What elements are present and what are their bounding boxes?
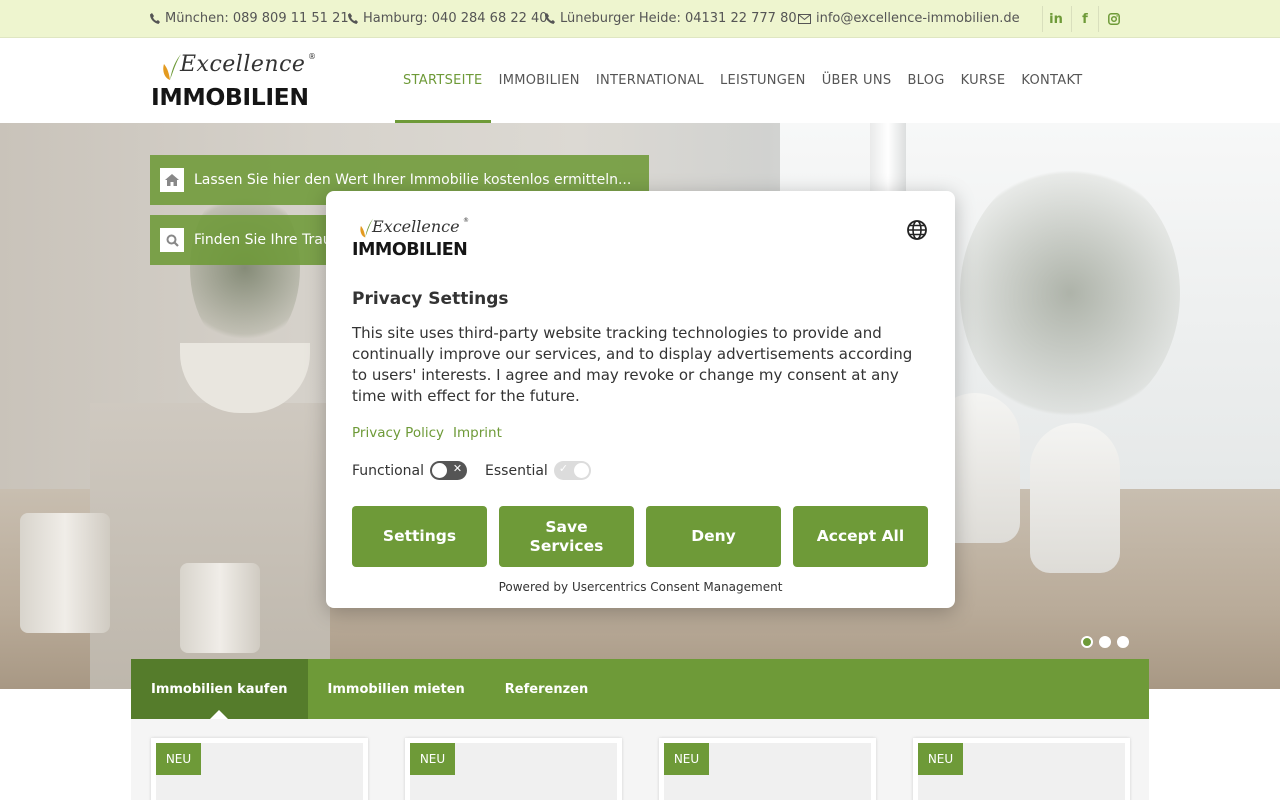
new-badge: NEU bbox=[664, 743, 709, 775]
check-icon: ✓ bbox=[558, 462, 569, 475]
functional-label: Functional bbox=[352, 462, 425, 479]
essential-label: Essential bbox=[485, 462, 548, 479]
top-contact-bar: München: 089 809 11 51 21 Hamburg: 040 2… bbox=[0, 0, 1280, 38]
main-nav: STARTSEITE IMMOBILIEN INTERNATIONAL LEIS… bbox=[395, 38, 1091, 123]
new-badge: NEU bbox=[918, 743, 963, 775]
listing-card[interactable]: NEU bbox=[405, 738, 622, 800]
privacy-policy-link[interactable]: Privacy Policy bbox=[352, 425, 444, 441]
slider-dot[interactable] bbox=[1081, 636, 1093, 648]
dialog-logo: Excellence ® IMMOBILIEN bbox=[352, 217, 472, 265]
site-logo[interactable]: Excellence ® IMMOBILIEN bbox=[150, 50, 320, 112]
social-divider bbox=[1098, 6, 1099, 32]
phone-icon bbox=[348, 13, 358, 24]
contact-munich[interactable]: München: 089 809 11 51 21 bbox=[150, 11, 349, 26]
logo-brand: IMMOBILIEN bbox=[352, 240, 468, 260]
quick-link-label: Finden Sie Ihre Traumimmobilie bbox=[194, 232, 326, 248]
listing-card[interactable]: NEU bbox=[151, 738, 368, 800]
quick-link-search[interactable]: Finden Sie Ihre Traumimmobilie bbox=[150, 215, 326, 265]
slider-dot[interactable] bbox=[1117, 636, 1129, 648]
hero-chair bbox=[1030, 423, 1120, 573]
linkedin-icon[interactable]: in bbox=[1042, 6, 1070, 32]
accept-all-button[interactable]: Accept All bbox=[793, 506, 928, 567]
site-header: Excellence ® IMMOBILIEN STARTSEITE IMMOB… bbox=[0, 38, 1280, 123]
logo-script: Excellence bbox=[180, 52, 306, 77]
contact-lueneburg[interactable]: Lüneburger Heide: 04131 22 777 80 bbox=[545, 11, 797, 26]
slider-dots bbox=[1081, 636, 1129, 648]
language-globe-icon[interactable] bbox=[906, 219, 928, 241]
contact-label: info@excellence-immobilien.de bbox=[816, 11, 1020, 26]
nav-kontakt[interactable]: KONTAKT bbox=[1013, 38, 1090, 123]
contact-label: Lüneburger Heide: 04131 22 777 80 bbox=[560, 11, 797, 26]
nav-kurse[interactable]: KURSE bbox=[953, 38, 1014, 123]
hero-tree bbox=[960, 163, 1180, 423]
settings-button[interactable]: Settings bbox=[352, 506, 487, 567]
close-icon: ✕ bbox=[452, 462, 463, 475]
essential-toggle: ✓ bbox=[553, 461, 591, 480]
listing-card[interactable]: NEU bbox=[659, 738, 876, 800]
contact-label: München: 089 809 11 51 21 bbox=[165, 11, 349, 26]
hero-decor bbox=[20, 513, 110, 633]
consent-toggles: Functional ✕ Essential ✓ bbox=[352, 461, 609, 480]
nav-immobilien[interactable]: IMMOBILIEN bbox=[491, 38, 588, 123]
new-badge: NEU bbox=[410, 743, 455, 775]
powered-by-text[interactable]: Powered by Usercentrics Consent Manageme… bbox=[326, 580, 955, 594]
dialog-description: This site uses third-party website track… bbox=[352, 324, 913, 405]
nav-leistungen[interactable]: LEISTUNGEN bbox=[712, 38, 814, 123]
listing-grid: NEU NEU NEU NEU bbox=[131, 719, 1149, 800]
tab-immobilien-kaufen[interactable]: Immobilien kaufen bbox=[131, 659, 308, 719]
home-icon bbox=[160, 168, 184, 192]
logo-registered: ® bbox=[308, 52, 316, 61]
imprint-link[interactable]: Imprint bbox=[453, 425, 502, 441]
dialog-links: Privacy Policy Imprint bbox=[352, 425, 502, 441]
phone-icon bbox=[150, 13, 160, 24]
logo-script: Excellence bbox=[372, 217, 460, 236]
save-services-button[interactable]: Save Services bbox=[499, 506, 634, 567]
listing-card[interactable]: NEU bbox=[913, 738, 1130, 800]
nav-startseite[interactable]: STARTSEITE bbox=[395, 38, 491, 123]
nav-blog[interactable]: BLOG bbox=[899, 38, 952, 123]
logo-brand: IMMOBILIEN bbox=[151, 83, 309, 111]
contact-email[interactable]: info@excellence-immobilien.de bbox=[798, 11, 1020, 26]
tab-immobilien-mieten[interactable]: Immobilien mieten bbox=[308, 659, 485, 719]
nav-ueber-uns[interactable]: ÜBER UNS bbox=[814, 38, 900, 123]
property-tabs: Immobilien kaufen Immobilien mieten Refe… bbox=[131, 659, 1149, 719]
functional-toggle[interactable]: ✕ bbox=[430, 461, 468, 480]
privacy-settings-dialog: Excellence ® IMMOBILIEN Privacy Settings… bbox=[326, 191, 955, 608]
dialog-title: Privacy Settings bbox=[352, 289, 509, 309]
phone-icon bbox=[545, 13, 555, 24]
instagram-icon[interactable] bbox=[1100, 6, 1128, 32]
hero-decor bbox=[180, 563, 260, 653]
new-badge: NEU bbox=[156, 743, 201, 775]
facebook-icon[interactable]: f bbox=[1071, 6, 1099, 32]
nav-international[interactable]: INTERNATIONAL bbox=[588, 38, 712, 123]
quick-link-label: Lassen Sie hier den Wert Ihrer Immobilie… bbox=[194, 172, 632, 188]
logo-leaf-icon bbox=[163, 54, 181, 80]
deny-button[interactable]: Deny bbox=[646, 506, 781, 567]
hero-plant bbox=[190, 183, 300, 353]
logo-registered: ® bbox=[463, 217, 469, 224]
dialog-buttons: Settings Save Services Deny Accept All bbox=[352, 506, 928, 567]
contact-label: Hamburg: 040 284 68 22 40 bbox=[363, 11, 548, 26]
envelope-icon bbox=[798, 13, 811, 24]
toggle-knob bbox=[432, 463, 448, 478]
toggle-knob bbox=[573, 463, 589, 478]
contact-hamburg[interactable]: Hamburg: 040 284 68 22 40 bbox=[348, 11, 548, 26]
search-icon bbox=[160, 228, 184, 252]
tab-referenzen[interactable]: Referenzen bbox=[485, 659, 608, 719]
slider-dot[interactable] bbox=[1099, 636, 1111, 648]
